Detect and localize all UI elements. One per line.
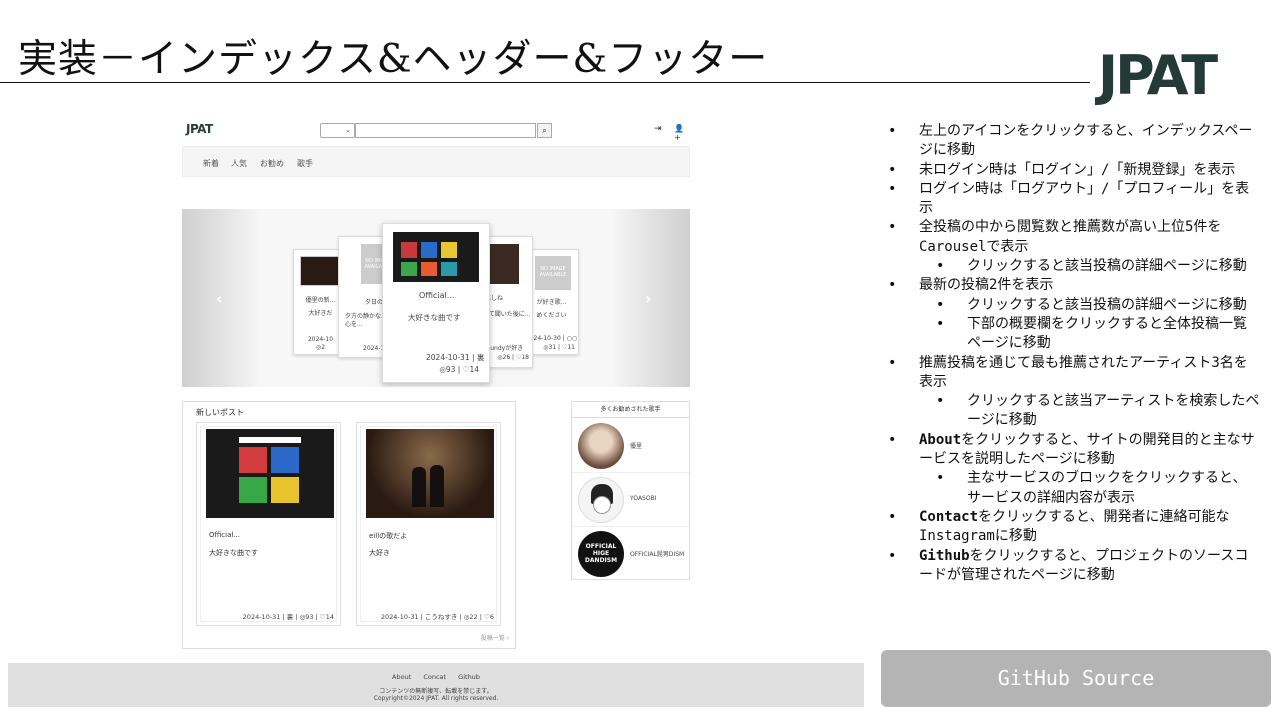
bullet-item: ログイン時は「ログアウト」/「プロフィール」を表示 <box>888 180 1260 219</box>
search-icon[interactable]: ⌕ <box>537 123 552 138</box>
bullet-item: 左上のアイコンをクリックすると、インデックスページに移動 <box>888 122 1260 161</box>
bullet-item: 全投稿の中から閲覧数と推薦数が高い上位5件をCarouselで表示 <box>888 218 1260 257</box>
new-posts-title: 新しいポスト <box>196 408 244 417</box>
bullet-item: Githubをクリックすると、プロジェクトのソースコードが管理されたページに移動 <box>888 547 1260 586</box>
artist-row[interactable]: 優里 <box>572 419 689 473</box>
post-card[interactable]: Official... 大好きな曲です 2024-10-31 | 裏 | ◎93… <box>196 422 341 626</box>
footer-about-link[interactable]: About <box>392 673 411 681</box>
footer-copyright: Copyright©2024 JPAT. All rights reserved… <box>373 695 499 702</box>
artist-row[interactable]: OFFICIAL HIGE DANDISM OFFICIAL髭男DISM <box>572 527 689 581</box>
recommended-artists-panel: 多くお勧めされた歌手 優里 YOASOBI OFFICIAL HIGE DAND… <box>571 401 690 580</box>
site-logo[interactable]: JPAT <box>186 122 213 136</box>
post-thumbnail <box>393 232 479 282</box>
slide-title: 実装－インデックス&ヘッダー&フッター <box>18 37 769 82</box>
bullet-item: 未ログイン時は「ログイン」/「新規登録」を表示 <box>888 161 1260 181</box>
all-posts-link[interactable]: 投稿一覧 › <box>481 633 509 642</box>
footer-contact-link[interactable]: Concat <box>423 673 446 681</box>
nav-singers[interactable]: 歌手 <box>297 158 313 169</box>
new-posts-panel: 新しいポスト Official... 大好きな曲です 2024-10-31 | … <box>182 401 516 649</box>
bullet-item: 推薦投稿を通じて最も推薦されたアーティスト3名を表示 <box>888 354 1260 393</box>
post-card[interactable]: eillの歌だよ 大好き 2024-10-31 | こうねすき | ◎22 | … <box>356 422 501 626</box>
bullet-item: Aboutをクリックすると、サイトの開発目的と主なサービスを説明したページに移動 <box>888 431 1260 470</box>
github-source-button[interactable]: GitHub Source <box>881 650 1271 707</box>
carousel-prev-icon[interactable]: ‹ <box>216 289 223 308</box>
artists-title: 多くお勧めされた歌手 <box>572 402 689 418</box>
avatar <box>578 423 624 469</box>
login-icon[interactable]: ⇥ <box>654 124 662 134</box>
search-input[interactable] <box>355 123 536 138</box>
top-posts-carousel[interactable]: 優里の新... 大好きだ 2024-10 ◎2 NO IMAGE AVAILAB… <box>182 209 690 387</box>
sub-bullet-item: クリックすると該当投稿の詳細ページに移動 <box>888 296 1260 316</box>
category-select[interactable]: ⌄ <box>320 123 355 138</box>
nav-popular[interactable]: 人気 <box>231 158 247 169</box>
footer-github-link[interactable]: Github <box>458 673 480 681</box>
signup-icon[interactable]: 👤+ <box>674 124 690 142</box>
sub-bullet-item: 下部の概要欄をクリックすると全体投稿一覧ページに移動 <box>888 315 1260 354</box>
artist-row[interactable]: YOASOBI <box>572 473 689 527</box>
avatar <box>578 477 624 523</box>
site-nav: 新着 人気 お勧め 歌手 <box>182 146 690 177</box>
site-footer: About Concat Github コンテンツの無断複写、転載を禁じます。 … <box>8 663 864 707</box>
bullet-item: 最新の投稿2件を表示 <box>888 276 1260 296</box>
no-image-placeholder: NO IMAGE AVAILABLE <box>535 256 571 290</box>
avatar: OFFICIAL HIGE DANDISM <box>578 531 624 577</box>
post-thumbnail <box>206 429 334 518</box>
footer-notice: コンテンツの無断複写、転載を禁じます。 <box>379 688 493 695</box>
sub-bullet-item: クリックすると該当アーティストを検索したページに移動 <box>888 392 1260 431</box>
title-divider <box>0 82 1090 83</box>
feature-bullet-list: 左上のアイコンをクリックすると、インデックスページに移動 未ログイン時は「ログイ… <box>888 122 1260 585</box>
nav-recommended[interactable]: お勧め <box>260 158 284 169</box>
sub-bullet-item: クリックすると該当投稿の詳細ページに移動 <box>888 257 1260 277</box>
carousel-next-icon[interactable]: › <box>645 289 652 308</box>
bullet-item: Contactをクリックすると、開発者に連絡可能なInstagramに移動 <box>888 508 1260 547</box>
site-header: JPAT ⌄ ⌕ ⇥ 👤+ <box>182 118 690 144</box>
post-thumbnail <box>366 429 494 518</box>
carousel-card-active[interactable]: Official... 大好きな曲です 2024-10-31 | 裏 ◎93 |… <box>382 223 490 383</box>
sub-bullet-item: 主なサービスのブロックをクリックすると、サービスの詳細内容が表示 <box>888 469 1260 508</box>
nav-new[interactable]: 新着 <box>203 158 219 169</box>
jpat-logo: JPAT <box>1098 44 1218 107</box>
